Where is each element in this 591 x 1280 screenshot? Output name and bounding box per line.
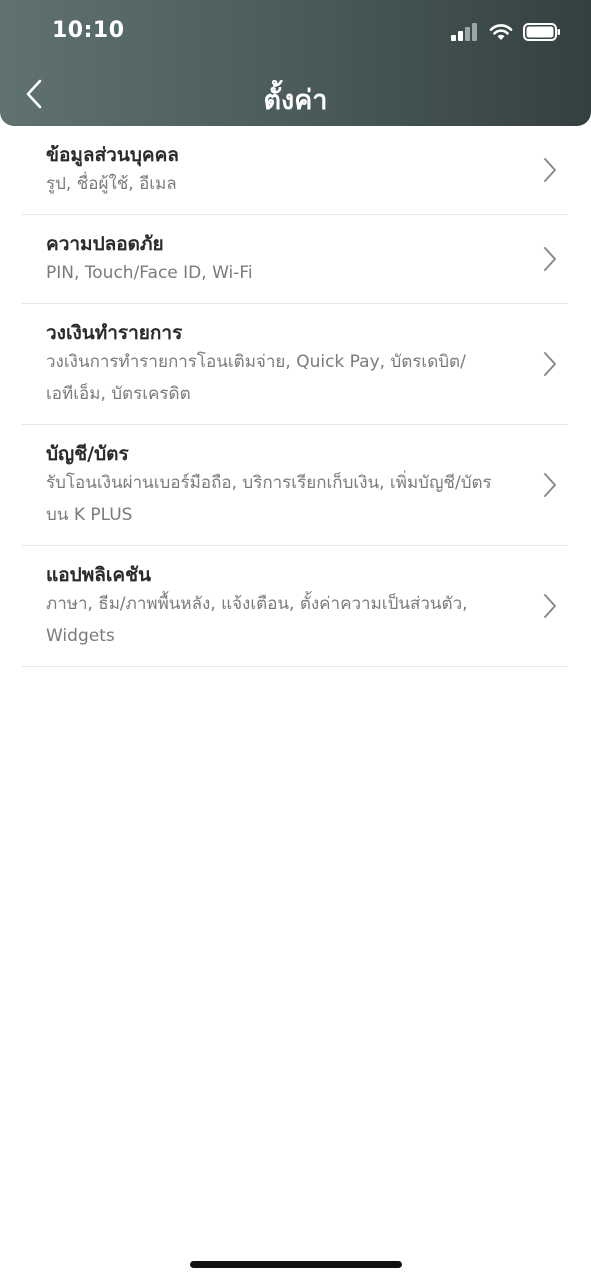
item-subtitle: รูป, ชื่อผู้ใช้, อีเมล bbox=[46, 174, 177, 194]
navigation-bar: ตั้งค่า bbox=[0, 64, 591, 124]
settings-list: ข้อมูลส่วนบุคคล รูป, ชื่อผู้ใช้, อีเมล ค… bbox=[22, 126, 568, 667]
item-subtitle: PIN, Touch/Face ID, Wi-Fi bbox=[46, 263, 253, 283]
battery-icon bbox=[523, 23, 560, 41]
chevron-right-icon bbox=[544, 247, 556, 271]
chevron-right-icon bbox=[544, 352, 556, 376]
header-bar: 10:10 ตั้งค่า bbox=[0, 0, 591, 126]
home-indicator[interactable] bbox=[190, 1261, 402, 1268]
item-subtitle: รับโอนเงินผ่านเบอร์มือถือ, บริการเรียกเก… bbox=[46, 473, 492, 525]
item-subtitle: วงเงินการทำรายการโอนเติมจ่าย, Quick Pay,… bbox=[46, 352, 466, 404]
settings-item-application[interactable]: แอปพลิเคชัน ภาษา, ธีม/ภาพพื้นหลัง, แจ้งเ… bbox=[22, 546, 568, 667]
page-title: ตั้งค่า bbox=[263, 85, 328, 116]
status-bar: 10:10 bbox=[0, 0, 591, 64]
status-icons bbox=[451, 22, 561, 42]
settings-item-accounts-cards[interactable]: บัญชี/บัตร รับโอนเงินผ่านเบอร์มือถือ, บร… bbox=[22, 425, 568, 546]
wifi-icon bbox=[489, 24, 513, 40]
cellular-signal-icon bbox=[451, 23, 477, 41]
settings-screen: 10:10 ตั้งค่า ข้อมูลส่วนบุคคล รูป, ชื่อผ… bbox=[0, 0, 591, 1280]
settings-item-personal-info[interactable]: ข้อมูลส่วนบุคคล รูป, ชื่อผู้ใช้, อีเมล bbox=[22, 126, 568, 215]
settings-item-transaction-limits[interactable]: วงเงินทำรายการ วงเงินการทำรายการโอนเติมจ… bbox=[22, 304, 568, 425]
item-title: ข้อมูลส่วนบุคคล bbox=[46, 144, 179, 166]
item-title: บัญชี/บัตร bbox=[46, 443, 129, 465]
item-title: วงเงินทำรายการ bbox=[46, 322, 183, 344]
settings-item-security[interactable]: ความปลอดภัย PIN, Touch/Face ID, Wi-Fi bbox=[22, 215, 568, 304]
chevron-right-icon bbox=[544, 594, 556, 618]
chevron-right-icon bbox=[544, 473, 556, 497]
item-subtitle: ภาษา, ธีม/ภาพพื้นหลัง, แจ้งเตือน, ตั้งค่… bbox=[46, 594, 468, 646]
chevron-right-icon bbox=[544, 158, 556, 182]
item-title: แอปพลิเคชัน bbox=[46, 564, 151, 586]
item-title: ความปลอดภัย bbox=[46, 233, 164, 255]
status-time: 10:10 bbox=[52, 18, 125, 43]
